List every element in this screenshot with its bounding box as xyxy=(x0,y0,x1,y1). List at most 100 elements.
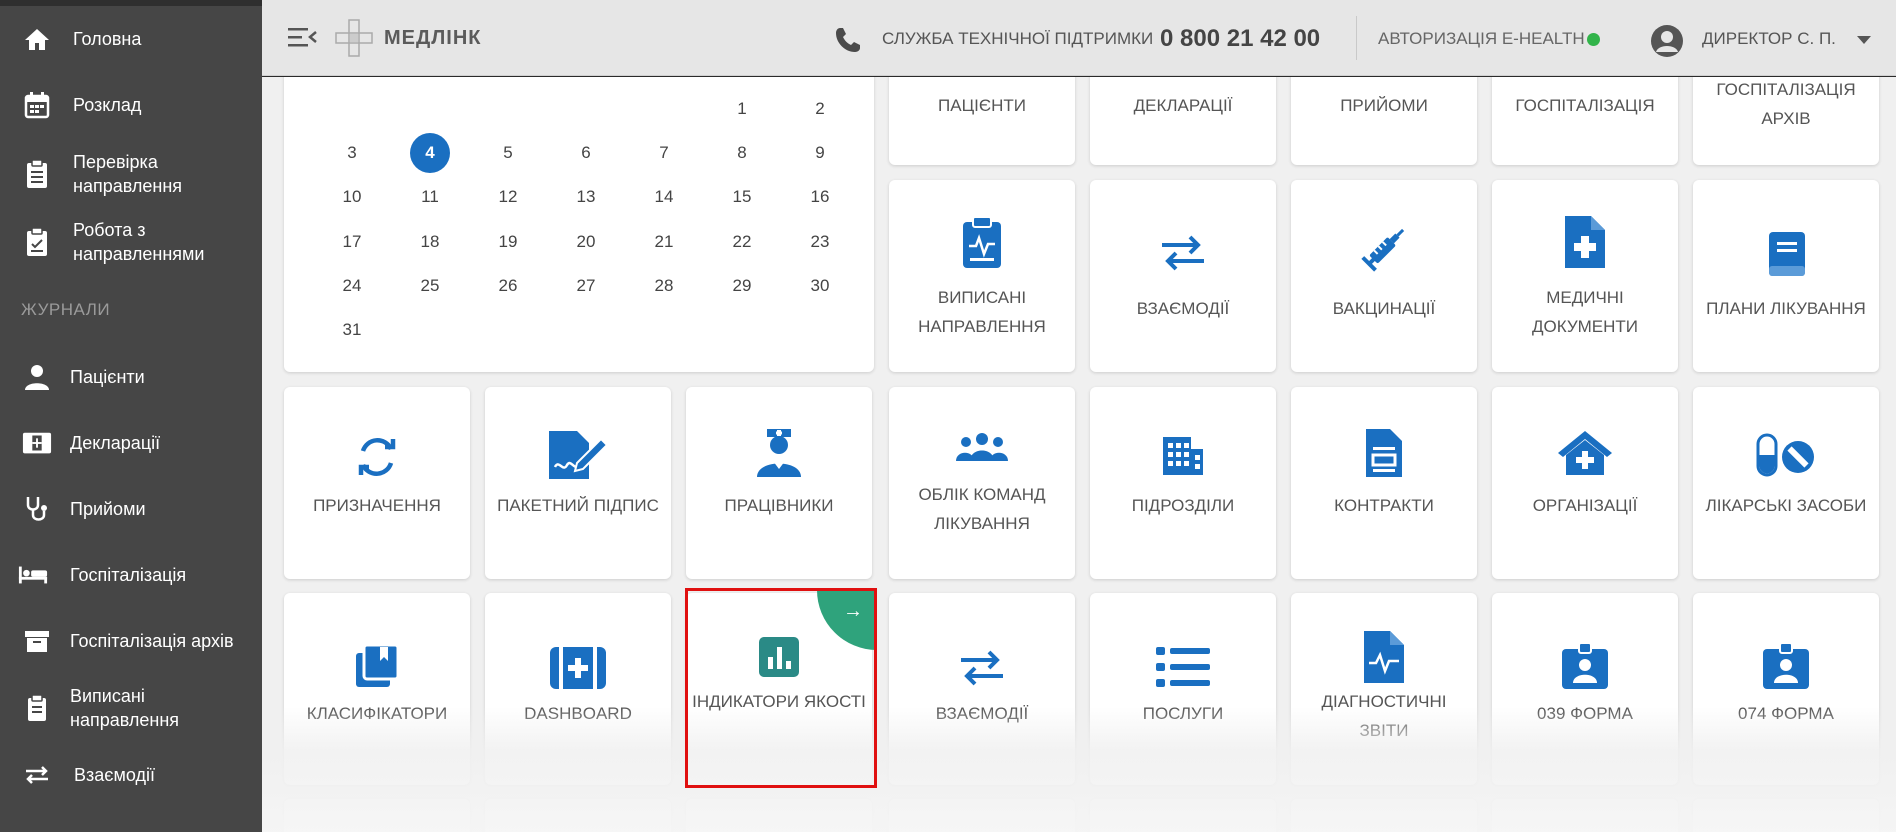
tile-label: МЕДИЧНІ ДОКУМЕНТИ xyxy=(1531,288,1638,336)
calendar-day[interactable]: 16 xyxy=(800,177,840,217)
tile-hospitalization[interactable]: ГОСПІТАЛІЗАЦІЯ xyxy=(1492,77,1678,165)
calendar-day[interactable]: 27 xyxy=(566,266,606,306)
calendar-day[interactable]: 22 xyxy=(722,222,762,262)
tile-patients[interactable]: ПАЦІЄНТИ xyxy=(889,77,1075,165)
calendar-widget: 1 2 3 4 5 6 7 8 9 10 11 12 13 14 15 16 17 18 19 20 21 22 23 24 2… xyxy=(284,77,874,372)
calendar-day[interactable]: 13 xyxy=(566,177,606,217)
swap-icon xyxy=(22,760,52,790)
calendar-day[interactable]: 28 xyxy=(644,266,684,306)
tile-issued-referrals[interactable]: ВИПИСАНІ НАПРАВЛЕННЯ xyxy=(889,180,1075,372)
tile-label: ОБЛІК КОМАНД ЛІКУВАННЯ xyxy=(918,485,1046,533)
user-avatar-icon[interactable] xyxy=(1650,24,1684,63)
book-icon xyxy=(1693,230,1879,278)
tile-departments[interactable]: ПІДРОЗДІЛИ xyxy=(1090,387,1276,579)
calendar-day[interactable]: 2 xyxy=(800,89,840,129)
calendar-day[interactable]: 20 xyxy=(566,222,606,262)
calendar-day[interactable]: 25 xyxy=(410,266,450,306)
ehealth-auth-label[interactable]: АВТОРИЗАЦІЯ E-HEALTH xyxy=(1378,29,1585,49)
tile-row4[interactable] xyxy=(686,799,872,832)
sidebar-item-hospitalization-archive[interactable]: Госпіталізація архів xyxy=(0,624,262,658)
sidebar-item-declarations[interactable]: Декларації xyxy=(0,426,262,460)
calendar-day[interactable]: 5 xyxy=(488,133,528,173)
tile-organizations[interactable]: ОРГАНІЗАЦІЇ xyxy=(1492,387,1678,579)
tile-form-039[interactable]: 039 ФОРМА xyxy=(1492,593,1678,785)
tile-row4[interactable] xyxy=(1291,799,1477,832)
calendar-day[interactable]: 9 xyxy=(800,133,840,173)
tile-dashboard[interactable]: DASHBOARD xyxy=(485,593,671,785)
menu-toggle-icon[interactable] xyxy=(288,26,318,48)
calendar-day[interactable]: 7 xyxy=(644,133,684,173)
tile-services[interactable]: ПОСЛУГИ xyxy=(1090,593,1276,785)
sidebar-item-schedule[interactable]: Розклад xyxy=(0,88,262,122)
tile-label: КОНТРАКТИ xyxy=(1334,496,1434,515)
tile-label: ВЗАЄМОДІЇ xyxy=(935,704,1029,723)
calendar-day[interactable]: 18 xyxy=(410,222,450,262)
tile-vaccinations[interactable]: ВАКЦИНАЦІЇ xyxy=(1291,180,1477,372)
calendar-day[interactable]: 26 xyxy=(488,266,528,306)
logo-text: МЕДЛІНК xyxy=(384,26,482,49)
calendar-day[interactable]: 8 xyxy=(722,133,762,173)
calendar-day[interactable]: 21 xyxy=(644,222,684,262)
calendar-day[interactable]: 24 xyxy=(332,266,372,306)
tile-medicines[interactable]: ЛІКАРСЬКІ ЗАСОБИ xyxy=(1693,387,1879,579)
tile-row4[interactable] xyxy=(485,799,671,832)
refresh-icon xyxy=(284,435,470,479)
user-name[interactable]: ДИРЕКТОР С. П. xyxy=(1702,29,1836,49)
medical-document-icon xyxy=(1492,214,1678,270)
sidebar-item-appointments[interactable]: Прийоми xyxy=(0,492,262,526)
calendar-day[interactable]: 15 xyxy=(722,177,762,217)
tile-label: ВЗАЄМОДІЇ xyxy=(1136,299,1230,318)
tile-label: ЛІКАРСЬКІ ЗАСОБИ xyxy=(1705,496,1867,515)
tile-treatment-teams[interactable]: ОБЛІК КОМАНД ЛІКУВАННЯ xyxy=(889,387,1075,579)
tile-diagnostic-reports[interactable]: ДІАГНОСТИЧНІ ЗВІТИ xyxy=(1291,593,1477,785)
sidebar-item-hospitalization[interactable]: Госпіталізація xyxy=(0,558,262,592)
calendar-day[interactable]: 17 xyxy=(332,222,372,262)
calendar-day[interactable]: 30 xyxy=(800,266,840,306)
tile-row4[interactable] xyxy=(1693,799,1879,832)
tile-contracts[interactable]: КОНТРАКТИ xyxy=(1291,387,1477,579)
calendar-day[interactable]: 14 xyxy=(644,177,684,217)
tile-staff[interactable]: ПРАЦІВНИКИ xyxy=(686,387,872,579)
building-icon xyxy=(1090,435,1276,477)
calendar-day[interactable]: 11 xyxy=(410,177,450,217)
tile-batch-signature[interactable]: ПАКЕТНИЙ ПІДПИС xyxy=(485,387,671,579)
calendar-day[interactable]: 1 xyxy=(722,89,762,129)
sidebar-item-home[interactable]: Головна xyxy=(0,22,262,56)
tile-hospitalization-archive[interactable]: ГОСПІТАЛІЗАЦІЯ АРХІВ xyxy=(1693,77,1879,165)
tile-form-074[interactable]: 074 ФОРМА xyxy=(1693,593,1879,785)
sidebar-item-referral-work[interactable]: Робота з направленнями xyxy=(0,218,262,266)
tile-row4[interactable] xyxy=(1492,799,1678,832)
sidebar-item-interactions[interactable]: Взаємодії xyxy=(0,758,262,792)
tile-medical-documents[interactable]: МЕДИЧНІ ДОКУМЕНТИ xyxy=(1492,180,1678,372)
calendar-day[interactable]: 29 xyxy=(722,266,762,306)
pills-icon xyxy=(1693,433,1879,477)
chevron-down-icon[interactable] xyxy=(1857,36,1871,44)
tile-row4[interactable] xyxy=(1090,799,1276,832)
sidebar-item-referral-check[interactable]: Перевірка направлення xyxy=(0,150,262,198)
tile-row4[interactable] xyxy=(889,799,1075,832)
calendar-day[interactable]: 4 xyxy=(410,133,450,173)
calendar-day[interactable]: 3 xyxy=(332,133,372,173)
tile-interactions-2[interactable]: ВЗАЄМОДІЇ xyxy=(889,593,1075,785)
calendar-day[interactable]: 31 xyxy=(332,310,372,350)
tile-interactions[interactable]: ВЗАЄМОДІЇ xyxy=(1090,180,1276,372)
calendar-day[interactable]: 19 xyxy=(488,222,528,262)
sidebar-item-label: Виписані направлення xyxy=(70,686,180,730)
tile-treatment-plans[interactable]: ПЛАНИ ЛІКУВАННЯ xyxy=(1693,180,1879,372)
sidebar-section-title: ЖУРНАЛИ xyxy=(21,300,111,319)
logo[interactable]: МЕДЛІНК xyxy=(334,18,482,58)
calendar-day[interactable]: 23 xyxy=(800,222,840,262)
tile-prescriptions[interactable]: ПРИЗНАЧЕННЯ xyxy=(284,387,470,579)
tile-declarations[interactable]: ДЕКЛАРАЦІЇ xyxy=(1090,77,1276,165)
tile-row4[interactable] xyxy=(284,799,470,832)
calendar-day[interactable]: 10 xyxy=(332,177,372,217)
tile-classifiers[interactable]: КЛАСИФІКАТОРИ xyxy=(284,593,470,785)
calendar-day[interactable]: 6 xyxy=(566,133,606,173)
sidebar-item-issued-referrals[interactable]: Виписані направлення xyxy=(0,684,262,732)
calendar-day[interactable]: 12 xyxy=(488,177,528,217)
sidebar-item-patients[interactable]: Пацієнти xyxy=(0,360,262,394)
tile-appointments[interactable]: ПРИЙОМИ xyxy=(1291,77,1477,165)
tile-label: ПРИЗНАЧЕННЯ xyxy=(313,496,441,515)
tile-label: ГОСПІТАЛІЗАЦІЯ АРХІВ xyxy=(1716,80,1856,128)
support-phone[interactable]: 0 800 21 42 00 xyxy=(1160,25,1320,53)
